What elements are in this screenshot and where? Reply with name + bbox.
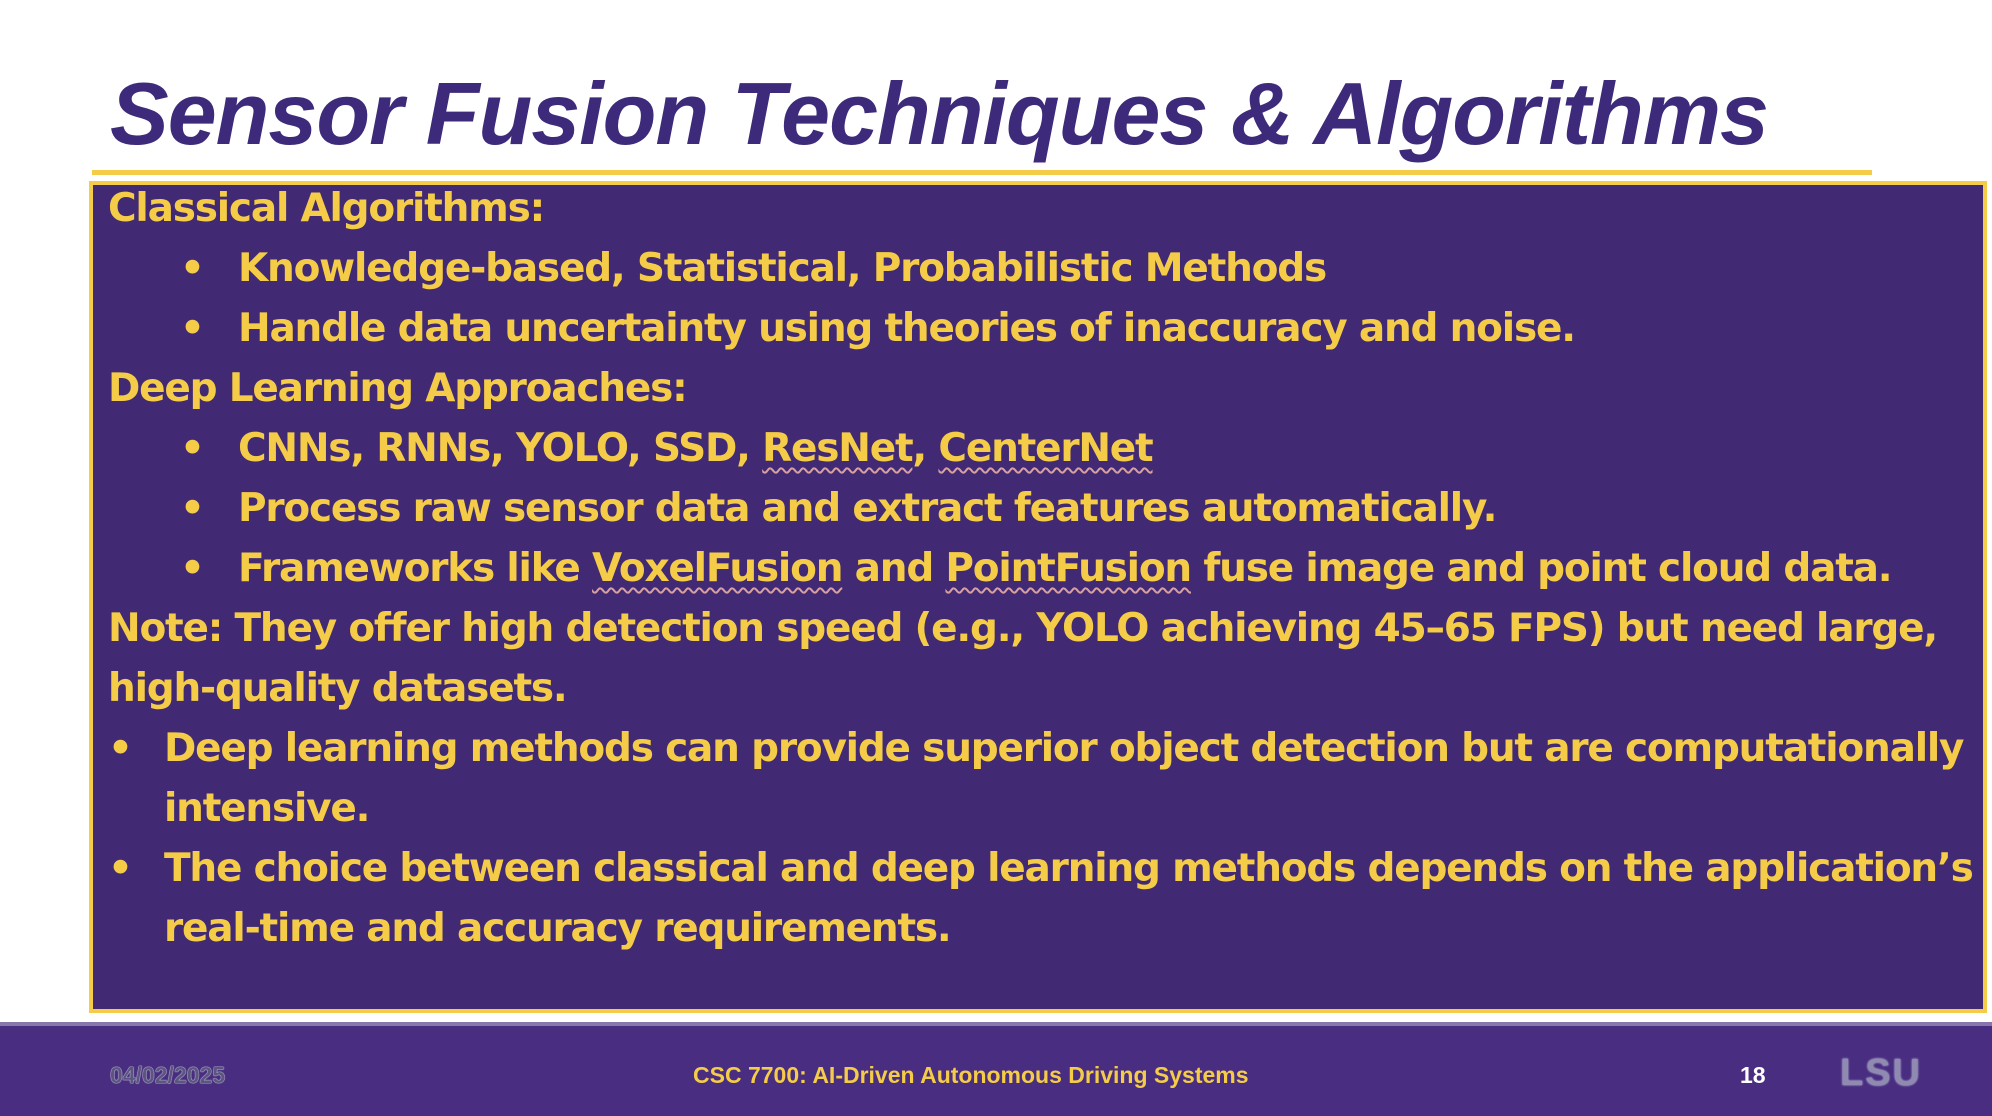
spellcheck-word: PointFusion: [945, 546, 1192, 591]
footer-bar: 04/02/2025 CSC 7700: AI-Driven Autonomou…: [0, 1022, 1992, 1116]
line-text: Deep learning methods can provide superi…: [164, 726, 1964, 771]
content-text: Classical Algorithms: • Knowledge-based, S…: [108, 185, 1974, 959]
bullet-item: • The choice between classical and deep l…: [108, 839, 1974, 899]
slide-title: Sensor Fusion Techniques & Algorithms: [110, 64, 1769, 163]
spellcheck-word: ResNet: [762, 426, 913, 471]
bullet-dot: •: [180, 426, 205, 471]
bullet-dot: •: [108, 726, 133, 771]
bullet-continuation: real-time and accuracy requirements.: [108, 899, 1963, 959]
bullet-dot: •: [180, 546, 205, 591]
section-heading: Deep Learning Approaches:: [108, 359, 1963, 419]
bullet-continuation: intensive.: [108, 779, 1963, 839]
page-number: 18: [1740, 1062, 1766, 1088]
line-text: Note: They offer high detection speed (e…: [108, 606, 1938, 651]
bullet-dot: •: [180, 306, 205, 351]
section-heading: Note: They offer high detection speed (e…: [108, 599, 1963, 659]
line-text: Frameworks like VoxelFusion and PointFus…: [238, 546, 1893, 591]
bullet-item: • Frameworks like VoxelFusion and PointFu…: [108, 539, 1963, 599]
bullet-item: • Process raw sensor data and extract fea…: [108, 479, 1963, 539]
bullet-dot: •: [180, 246, 205, 291]
spellcheck-word: VoxelFusion: [592, 546, 843, 591]
bullet-item: • Knowledge-based, Statistical, Probabili…: [108, 239, 1963, 299]
line-text: Deep Learning Approaches:: [108, 366, 688, 411]
line-text: Process raw sensor data and extract feat…: [238, 486, 1497, 531]
line-text: real-time and accuracy requirements.: [164, 906, 952, 951]
line-text: high-quality datasets.: [108, 666, 568, 711]
bullet-dot: •: [108, 846, 133, 891]
bullet-item: • Handle data uncertainty using theories …: [108, 299, 1963, 359]
line-text: intensive.: [164, 786, 370, 831]
line-text: The choice between classical and deep le…: [164, 846, 1974, 891]
line-text: Handle data uncertainty using theories o…: [238, 306, 1576, 351]
footer-highlight: [0, 1022, 1992, 1026]
bullet-item: • CNNs, RNNs, YOLO, SSD, ResNet, CenterNe…: [108, 419, 1963, 479]
line-text: Classical Algorithms:: [108, 186, 545, 231]
footer-date: 04/02/2025: [110, 1062, 226, 1088]
content-box: Classical Algorithms: • Knowledge-based, S…: [89, 181, 1987, 1013]
line-text: Knowledge-based, Statistical, Probabilis…: [238, 246, 1327, 291]
spellcheck-word: CenterNet: [938, 426, 1153, 471]
section-heading: Classical Algorithms:: [108, 185, 1963, 239]
section-heading: high-quality datasets.: [108, 659, 1963, 719]
footer-course-title: CSC 7700: AI-Driven Autonomous Driving S…: [693, 1062, 1249, 1088]
title-underline: [92, 170, 1872, 175]
bullet-dot: •: [180, 486, 205, 531]
lsu-logo: LSU: [1840, 1052, 1922, 1094]
line-text: CNNs, RNNs, YOLO, SSD, ResNet, CenterNet: [238, 426, 1154, 471]
bullet-item: • Deep learning methods can provide super…: [108, 719, 1964, 779]
